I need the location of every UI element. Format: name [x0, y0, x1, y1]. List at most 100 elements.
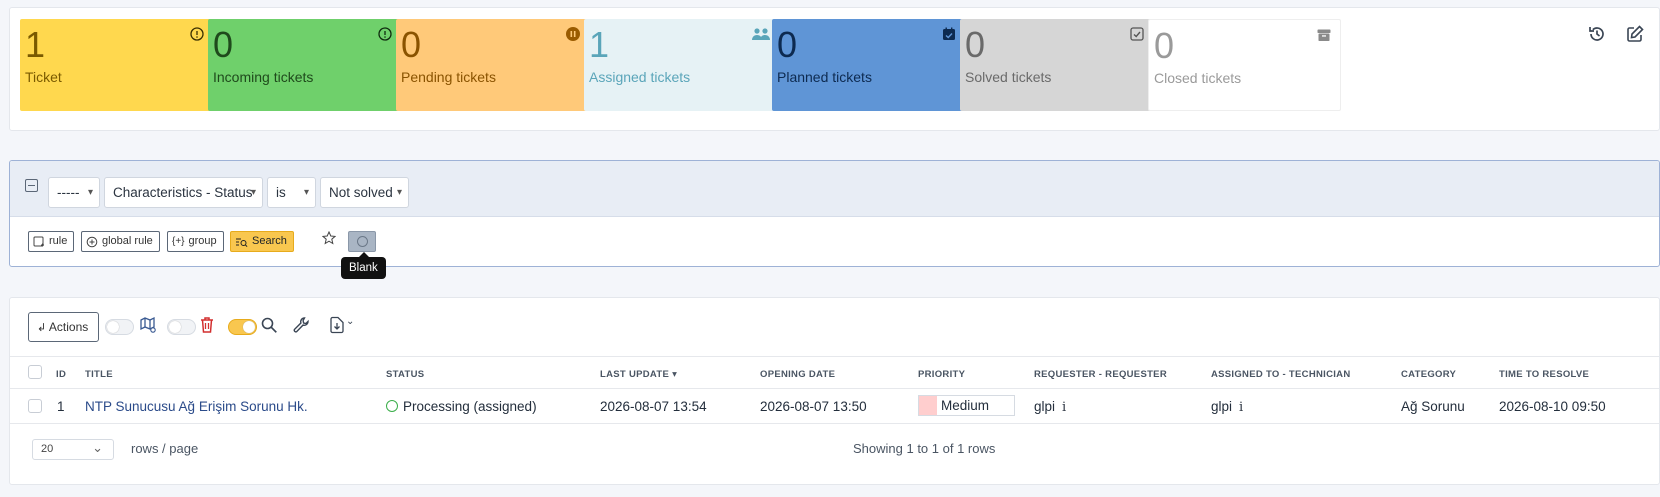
- tile-count: 0: [401, 24, 422, 65]
- group-label: group: [188, 235, 217, 247]
- tile-label: Pending tickets: [401, 69, 496, 85]
- tile-count: 0: [965, 24, 986, 65]
- rows-per-page-label: rows / page: [131, 441, 199, 456]
- trash-icon[interactable]: [199, 316, 215, 334]
- cell-requester: glpi i: [1034, 399, 1066, 415]
- cell-technician: glpi i: [1211, 399, 1243, 415]
- table-row: 1 NTP Sunucusu Ağ Erişim Sorunu Hk. Proc…: [10, 389, 1659, 424]
- tile-label: Closed tickets: [1154, 70, 1242, 86]
- rule-label: rule: [49, 235, 68, 247]
- add-group-button[interactable]: {+} group: [167, 231, 224, 252]
- info-icon[interactable]: i: [1239, 400, 1243, 415]
- calendar-check-icon: [943, 27, 955, 40]
- tile-count: 0: [213, 24, 234, 65]
- tile-count: 1: [25, 24, 46, 65]
- blank-tooltip: Blank: [341, 252, 386, 279]
- column-header-category[interactable]: CATEGORY: [1401, 369, 1456, 380]
- archive-icon: [1317, 29, 1331, 41]
- tile-count: 1: [589, 24, 610, 65]
- braces-plus-icon: {+}: [172, 236, 185, 247]
- actions-button[interactable]: ↲ Actions: [28, 312, 99, 342]
- global-rule-label: global rule: [102, 235, 153, 247]
- cell-last-update: 2026-08-07 13:54: [600, 399, 707, 414]
- column-header-last-update[interactable]: LAST UPDATE ▾: [600, 369, 677, 380]
- tile-assigned[interactable]: 1 Assigned tickets: [584, 19, 777, 111]
- list-search-icon: [236, 238, 248, 247]
- priority-color-swatch: [919, 396, 937, 415]
- sort-down-icon: ▾: [672, 369, 678, 380]
- row-checkbox[interactable]: [28, 399, 42, 413]
- column-header-time-to-resolve[interactable]: TIME TO RESOLVE: [1499, 369, 1589, 380]
- corner-arrow-icon: ↲: [37, 322, 47, 334]
- criteria-row: ----- Characteristics - Status is Not so…: [10, 161, 1659, 217]
- circle-icon: [357, 236, 368, 247]
- add-square-icon: [33, 236, 44, 246]
- criteria-field-select[interactable]: Characteristics - Status: [104, 177, 263, 208]
- chevron-down-icon[interactable]: ⌄: [346, 316, 354, 327]
- tile-label: Planned tickets: [777, 69, 872, 85]
- tile-ticket[interactable]: 1 Ticket: [20, 19, 213, 111]
- export-icon[interactable]: [329, 316, 345, 334]
- status-circle-icon: [386, 400, 398, 412]
- alert-circle-icon: [190, 27, 204, 41]
- priority-text: Medium: [941, 398, 990, 413]
- add-rule-button[interactable]: rule: [28, 231, 75, 252]
- history-icon[interactable]: [1587, 24, 1607, 44]
- tile-solved[interactable]: 0 Solved tickets: [960, 19, 1153, 111]
- star-icon[interactable]: [322, 231, 336, 245]
- cell-opening-date: 2026-08-07 13:50: [760, 399, 867, 414]
- tile-closed[interactable]: 0 Closed tickets: [1148, 19, 1341, 111]
- column-header-opening-date[interactable]: OPENING DATE: [760, 369, 835, 380]
- pagination-summary: Showing 1 to 1 of 1 rows: [853, 441, 996, 456]
- tile-incoming[interactable]: 0 Incoming tickets: [208, 19, 401, 111]
- tile-count: 0: [777, 24, 798, 65]
- cell-id: 1: [57, 399, 65, 414]
- tile-count: 0: [1154, 25, 1175, 66]
- trash-toggle[interactable]: [167, 319, 196, 335]
- column-header-priority[interactable]: PRIORITY: [918, 369, 965, 380]
- criteria-link-select[interactable]: -----: [48, 177, 100, 208]
- tile-pending[interactable]: 0 Pending tickets: [396, 19, 589, 111]
- edit-icon[interactable]: [1625, 24, 1645, 44]
- cell-time-to-resolve: 2026-08-10 09:50: [1499, 399, 1606, 414]
- column-label: LAST UPDATE: [600, 369, 670, 380]
- search-toggle[interactable]: [228, 319, 257, 335]
- select-all-checkbox[interactable]: [28, 365, 42, 379]
- ticket-title-link[interactable]: NTP Sunucusu Ağ Erişim Sorunu Hk.: [85, 399, 308, 414]
- column-header-status[interactable]: STATUS: [386, 369, 424, 380]
- tile-label: Incoming tickets: [213, 69, 314, 85]
- plus-circle-icon: [86, 236, 98, 247]
- cell-status: Processing (assigned): [386, 399, 537, 414]
- add-global-rule-button[interactable]: global rule: [81, 231, 160, 252]
- search-criteria-panel: ----- Characteristics - Status is Not so…: [9, 160, 1660, 267]
- wrench-icon[interactable]: [292, 316, 310, 334]
- search-button[interactable]: Search: [230, 231, 294, 252]
- tile-label: Solved tickets: [965, 69, 1052, 85]
- tile-planned[interactable]: 0 Planned tickets: [772, 19, 965, 111]
- tile-label: Assigned tickets: [589, 69, 691, 85]
- column-header-title[interactable]: TITLE: [85, 369, 113, 380]
- column-header-id[interactable]: ID: [56, 369, 66, 380]
- blank-button[interactable]: [348, 231, 376, 252]
- rows-per-page-select[interactable]: 20: [32, 438, 114, 460]
- collapse-icon[interactable]: [25, 179, 38, 192]
- info-icon[interactable]: i: [1062, 400, 1066, 415]
- square-check-icon: [1130, 27, 1144, 41]
- map-toggle[interactable]: [105, 319, 134, 335]
- criteria-value-select[interactable]: Not solved: [320, 177, 409, 208]
- requester-name: glpi: [1034, 399, 1056, 414]
- search-icon[interactable]: [260, 316, 278, 334]
- actions-label: Actions: [48, 320, 89, 334]
- ticket-summary-panel: 1 Ticket 0 Incoming tickets 0 Pending ti…: [9, 7, 1660, 131]
- results-panel: ↲ Actions ⌄ ID TITLE STATUS LAST UPDATE …: [9, 297, 1660, 485]
- alert-circle-icon: [378, 27, 392, 41]
- technician-name: glpi: [1211, 399, 1233, 414]
- map-settings-icon[interactable]: [139, 316, 157, 334]
- criteria-operator-select[interactable]: is: [267, 177, 316, 208]
- cell-priority: Medium: [918, 395, 1015, 416]
- status-text: Processing (assigned): [403, 399, 537, 414]
- search-label: Search: [252, 235, 287, 247]
- table-header: ID TITLE STATUS LAST UPDATE ▾ OPENING DA…: [10, 356, 1659, 389]
- column-header-requester[interactable]: REQUESTER - REQUESTER: [1034, 369, 1167, 380]
- column-header-technician[interactable]: ASSIGNED TO - TECHNICIAN: [1211, 369, 1351, 380]
